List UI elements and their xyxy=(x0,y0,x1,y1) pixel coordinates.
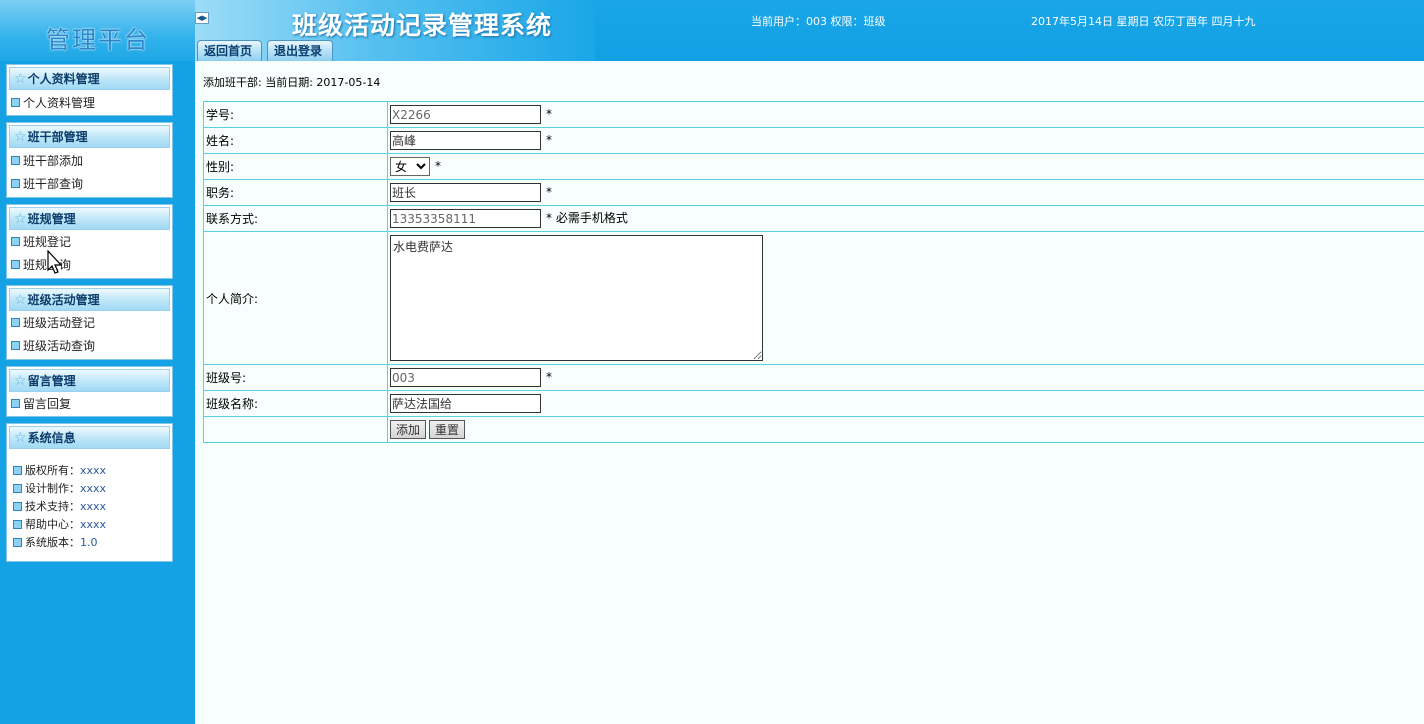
home-button[interactable]: 返回首页 xyxy=(197,40,262,61)
bullet-icon xyxy=(11,399,20,408)
star-icon: ☆ xyxy=(14,71,27,87)
required-mark: * xyxy=(546,211,552,225)
intro-label: 个人简介: xyxy=(203,231,388,365)
required-mark: * xyxy=(546,133,552,147)
panel-class-activity: ☆班级活动管理 班级活动登记 班级活动查询 xyxy=(6,285,173,360)
bullet-icon xyxy=(11,341,20,350)
current-user-info: 当前用户：003 权限：班级 xyxy=(751,15,886,28)
app-title: 班级活动记录管理系统 xyxy=(292,11,553,40)
cadre-form-table: 学号: * 姓名: * 性别: 女* 职务: * 联系方式: * 必需手机格式 … xyxy=(203,101,1424,443)
panel-title[interactable]: ☆班级活动管理 xyxy=(9,288,170,311)
bullet-icon xyxy=(13,519,22,529)
system-info-item: 技术支持：xxxx xyxy=(13,498,106,516)
bullet-icon xyxy=(13,537,22,547)
bullet-icon xyxy=(13,501,22,511)
star-icon: ☆ xyxy=(14,373,27,389)
position-input[interactable] xyxy=(390,183,541,202)
sidebar-item-cadre-query[interactable]: 班干部查询 xyxy=(11,175,83,193)
form-row-intro: 个人简介: 水电费萨达 xyxy=(203,231,1424,365)
sidebar-item-activity-query[interactable]: 班级活动查询 xyxy=(11,337,95,355)
contact-format-hint: 必需手机格式 xyxy=(555,211,628,225)
star-icon: ☆ xyxy=(14,211,27,227)
intro-textarea[interactable]: 水电费萨达 xyxy=(390,234,763,361)
gender-select[interactable]: 女 xyxy=(390,157,430,176)
panel-system-info: ☆系统信息 版权所有：xxxx 设计制作：xxxx 技术支持：xxxx 帮助中心… xyxy=(6,423,173,562)
bullet-icon xyxy=(11,260,20,269)
bullet-icon xyxy=(11,237,20,246)
contact-input[interactable] xyxy=(390,209,541,228)
required-mark: * xyxy=(546,370,552,384)
class-name-input[interactable] xyxy=(390,394,541,413)
star-icon: ☆ xyxy=(14,430,27,446)
sidebar-item-message-reply[interactable]: 留言回复 xyxy=(11,395,71,413)
panel-title: ☆系统信息 xyxy=(9,426,170,449)
panel-class-rules: ☆班规管理 班规登记 班规查询 xyxy=(6,204,173,279)
panel-title[interactable]: ☆班规管理 xyxy=(9,207,170,230)
required-mark: * xyxy=(435,159,441,173)
sidebar-item-personal-profile[interactable]: 个人资料管理 xyxy=(11,94,95,112)
form-row-actions: 添加 重置 xyxy=(203,416,1424,443)
reset-button[interactable]: 重置 xyxy=(429,420,466,439)
required-mark: * xyxy=(546,185,552,199)
class-no-input[interactable] xyxy=(390,368,541,387)
form-row-contact: 联系方式: * 必需手机格式 xyxy=(203,205,1424,232)
current-date-info: 2017年5月14日 星期日 农历丁酉年 四月十九 xyxy=(1031,15,1256,28)
sidebar-item-cadre-add[interactable]: 班干部添加 xyxy=(11,152,83,170)
name-input[interactable] xyxy=(390,131,541,150)
system-info-item: 系统版本：1.0 xyxy=(13,534,98,552)
sidebar: ☆个人资料管理 个人资料管理 ☆班干部管理 班干部添加 班干部查询 ☆班规管理 … xyxy=(0,61,195,724)
form-row-gender: 性别: 女 * xyxy=(203,153,1424,180)
system-info-item: 帮助中心：xxxx xyxy=(13,516,106,534)
panel-title[interactable]: ☆班干部管理 xyxy=(9,125,170,148)
system-info-item: 设计制作：xxxx xyxy=(13,480,106,498)
bullet-icon xyxy=(11,318,20,327)
star-icon: ☆ xyxy=(14,129,27,145)
class-name-label: 班级名称: xyxy=(203,390,388,417)
contact-label: 联系方式: xyxy=(203,205,388,232)
panel-messages: ☆留言管理 留言回复 xyxy=(6,366,173,417)
student-id-label: 学号: xyxy=(203,101,388,128)
class-no-label: 班级号: xyxy=(203,364,388,391)
sidebar-toggle-icon[interactable]: ◀▶ xyxy=(195,12,209,24)
logo-text: 管理平台 xyxy=(46,26,150,54)
panel-personal: ☆个人资料管理 个人资料管理 xyxy=(6,64,173,116)
name-label: 姓名: xyxy=(203,127,388,154)
form-row-class-name: 班级名称: xyxy=(203,390,1424,417)
panel-title[interactable]: ☆留言管理 xyxy=(9,369,170,392)
mouse-cursor-icon xyxy=(47,250,63,274)
sidebar-item-activity-register[interactable]: 班级活动登记 xyxy=(11,314,95,332)
bullet-icon xyxy=(11,156,20,165)
required-mark: * xyxy=(546,107,552,121)
main-content: 添加班干部: 当前日期: 2017-05-14 学号: * 姓名: * 性别: … xyxy=(195,61,1424,724)
top-header: 管理平台 ◀▶ 班级活动记录管理系统 返回首页 退出登录 当前用户：003 权限… xyxy=(0,0,1424,61)
empty-cell xyxy=(203,416,388,443)
star-icon: ☆ xyxy=(14,292,27,308)
sidebar-item-rules-register[interactable]: 班规登记 xyxy=(11,233,71,251)
system-info-item: 版权所有：xxxx xyxy=(13,462,106,480)
bullet-icon xyxy=(11,179,20,188)
gender-label: 性别: xyxy=(203,153,388,180)
bullet-icon xyxy=(13,483,22,493)
form-row-position: 职务: * xyxy=(203,179,1424,206)
bullet-icon xyxy=(11,98,20,107)
form-row-name: 姓名: * xyxy=(203,127,1424,154)
breadcrumb: 添加班干部: 当前日期: 2017-05-14 xyxy=(203,76,381,89)
position-label: 职务: xyxy=(203,179,388,206)
panel-title[interactable]: ☆个人资料管理 xyxy=(9,67,170,90)
student-id-input[interactable] xyxy=(390,105,541,124)
bullet-icon xyxy=(13,465,22,475)
add-button[interactable]: 添加 xyxy=(390,420,427,439)
form-row-student-id: 学号: * xyxy=(203,101,1424,128)
logo-area: 管理平台 xyxy=(0,0,195,61)
form-row-class-no: 班级号: * xyxy=(203,364,1424,391)
panel-class-cadre: ☆班干部管理 班干部添加 班干部查询 xyxy=(6,122,173,198)
logout-button[interactable]: 退出登录 xyxy=(267,40,333,61)
